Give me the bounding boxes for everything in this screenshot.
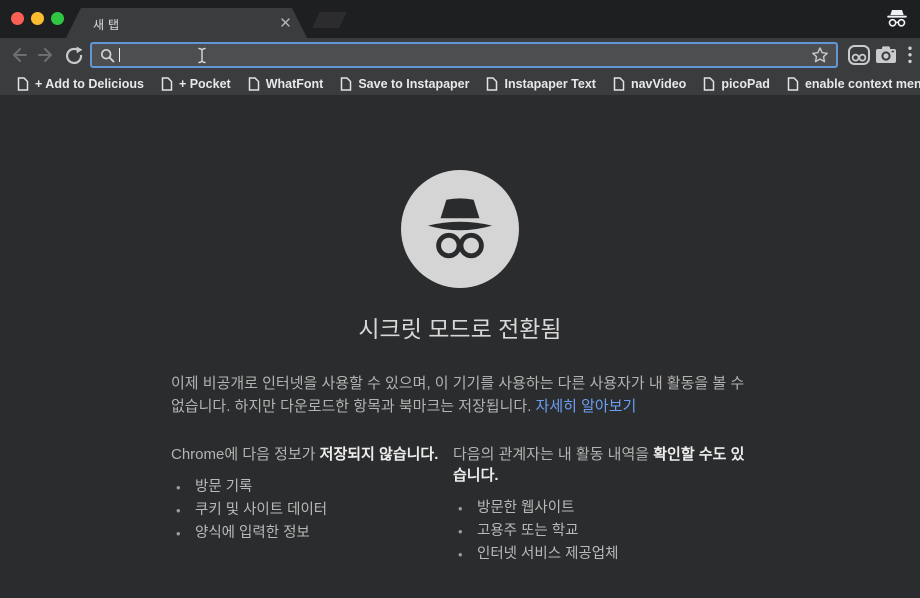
bookmark-label: + Add to Delicious — [35, 76, 144, 91]
bookmark-instapaper-text[interactable]: Instapaper Text — [486, 76, 596, 91]
ibeam-cursor-icon — [198, 47, 206, 64]
page-icon — [17, 76, 29, 91]
toolbar — [0, 38, 920, 72]
bookmark-label: navVideo — [630, 76, 687, 91]
incognito-logo — [401, 170, 519, 288]
bookmark-whatfont[interactable]: WhatFont — [248, 76, 324, 91]
bookmark-navvideo[interactable]: navVideo — [613, 77, 686, 91]
not-saved-column: Chrome에 다음 정보가 저장되지 않습니다. • 방문 기록 • 쿠키 및 사… — [171, 443, 453, 566]
minimize-window-button[interactable] — [31, 12, 44, 25]
browser-window: 새 탭 + Add to Delicious + Pocket WhatFont… — [0, 0, 920, 598]
page-icon — [341, 76, 352, 91]
list-item: • 양식에 입력한 정보 — [171, 522, 453, 545]
bookmark-label: enable context menu — [804, 76, 920, 91]
zoom-window-button[interactable] — [51, 12, 64, 25]
visible-to-heading: 다음의 관계자는 내 활동 내역을 확인할 수도 있습니다. — [453, 446, 745, 484]
search-icon — [100, 48, 115, 63]
learn-more-link[interactable]: 자세히 알아보기 — [536, 398, 637, 415]
page-icon — [704, 76, 715, 91]
bookmark-label: + Pocket — [178, 76, 231, 91]
new-tab-button[interactable] — [312, 12, 347, 28]
page-icon — [487, 76, 498, 91]
list-item: • 쿠키 및 사이트 데이터 — [171, 499, 453, 522]
tab-strip: 새 탭 — [0, 0, 920, 38]
bookmark-save-to-instapaper[interactable]: Save to Instapaper — [340, 77, 469, 91]
not-saved-heading: Chrome에 다음 정보가 저장되지 않습니다. — [171, 446, 439, 463]
camera-extension-icon[interactable] — [874, 43, 898, 67]
bookmark-label: picoPad — [721, 76, 770, 91]
tab-new-tab[interactable]: 새 탭 — [66, 8, 307, 38]
info-columns: Chrome에 다음 정보가 저장되지 않습니다. • 방문 기록 • 쿠키 및 사… — [171, 443, 749, 566]
tab-close-icon[interactable] — [281, 18, 290, 27]
incognito-badge-icon — [887, 10, 907, 27]
not-saved-list: • 방문 기록 • 쿠키 및 사이트 데이터 • 양식에 입력한 정보 — [171, 476, 453, 545]
back-button[interactable] — [9, 45, 29, 65]
bullet-glyph: • — [176, 480, 181, 495]
bookmarks-bar: + Add to Delicious + Pocket WhatFont Sav… — [0, 72, 920, 95]
bullet-glyph: • — [458, 547, 463, 562]
bookmark-label: Save to Instapaper — [358, 76, 470, 91]
forward-button[interactable] — [36, 45, 56, 65]
bookmark-label: WhatFont — [265, 76, 324, 91]
visible-to-list: • 방문한 웹사이트 • 고용주 또는 학교 • 인터넷 서비스 제공업체 — [453, 497, 749, 566]
incognito-description: 이제 비공개로 인터넷을 사용할 수 있으며, 이 기기를 사용하는 다른 사용… — [171, 372, 749, 418]
list-item: • 고용주 또는 학교 — [453, 520, 749, 543]
page-icon — [787, 76, 799, 91]
reload-button[interactable] — [64, 45, 84, 65]
bullet-glyph: • — [458, 501, 463, 516]
page-icon — [161, 76, 173, 91]
page-title: 시크릿 모드로 전환됨 — [358, 316, 562, 342]
page-icon — [248, 76, 259, 91]
bookmark-label: Instapaper Text — [504, 76, 596, 91]
list-item: • 인터넷 서비스 제공업체 — [453, 543, 749, 566]
omnibox[interactable] — [90, 42, 838, 68]
list-item: • 방문한 웹사이트 — [453, 497, 749, 520]
tab-title: 새 탭 — [93, 18, 120, 32]
description-text: 이제 비공개로 인터넷을 사용할 수 있으며, 이 기기를 사용하는 다른 사용… — [171, 375, 745, 415]
chrome-menu-icon[interactable] — [903, 45, 917, 65]
list-item: • 방문 기록 — [171, 476, 453, 499]
goggles-extension-icon[interactable] — [847, 43, 871, 67]
bookmark-picopad[interactable]: picoPad — [703, 77, 770, 91]
visible-to-column: 다음의 관계자는 내 활동 내역을 확인할 수도 있습니다. • 방문한 웹사이트… — [453, 443, 749, 566]
bookmark-star-icon[interactable] — [811, 46, 829, 64]
page-icon — [613, 76, 625, 91]
text-caret — [119, 48, 120, 62]
bookmark-enable-context-menu[interactable]: enable context menu — [787, 77, 920, 91]
incognito-new-tab-page: 시크릿 모드로 전환됨 이제 비공개로 인터넷을 사용할 수 있으며, 이 기기… — [0, 95, 920, 598]
bullet-glyph: • — [458, 524, 463, 539]
bullet-glyph: • — [176, 503, 181, 518]
bookmark-pocket[interactable]: + Pocket — [161, 77, 231, 91]
bookmark-add-to-delicious[interactable]: + Add to Delicious — [17, 77, 144, 91]
incognito-spy-icon — [427, 198, 493, 259]
close-window-button[interactable] — [11, 12, 24, 25]
bullet-glyph: • — [176, 526, 181, 541]
window-controls — [11, 12, 64, 25]
